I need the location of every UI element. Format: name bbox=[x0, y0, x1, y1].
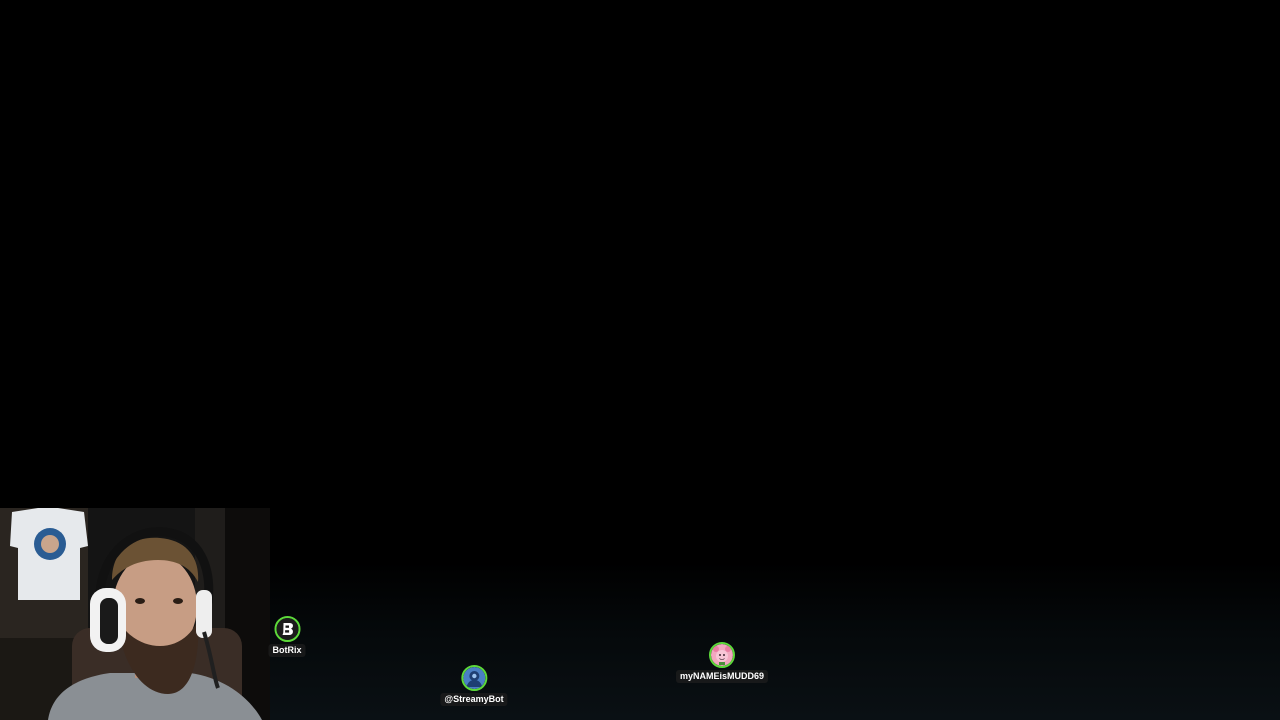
streamybot-avatar-icon bbox=[460, 665, 487, 691]
webcam-image bbox=[0, 508, 270, 720]
chatter-name: @StreamyBot bbox=[440, 693, 508, 706]
chatter-botrix: BotRix bbox=[268, 616, 306, 657]
pink-character-avatar-icon bbox=[709, 642, 735, 668]
chatter-name: BotRix bbox=[268, 644, 306, 657]
chatter-name: myNAMEisMUDD69 bbox=[675, 670, 769, 683]
chatter-mynameismudd69: myNAMEisMUDD69 bbox=[675, 642, 769, 683]
webcam-feed bbox=[0, 508, 270, 720]
stream-canvas: BotRix @StreamyBot myNAMEisMUDD69 bbox=[0, 0, 1280, 720]
botrix-b-logo-icon bbox=[274, 616, 300, 642]
chatter-streamybot: @StreamyBot bbox=[440, 665, 508, 706]
